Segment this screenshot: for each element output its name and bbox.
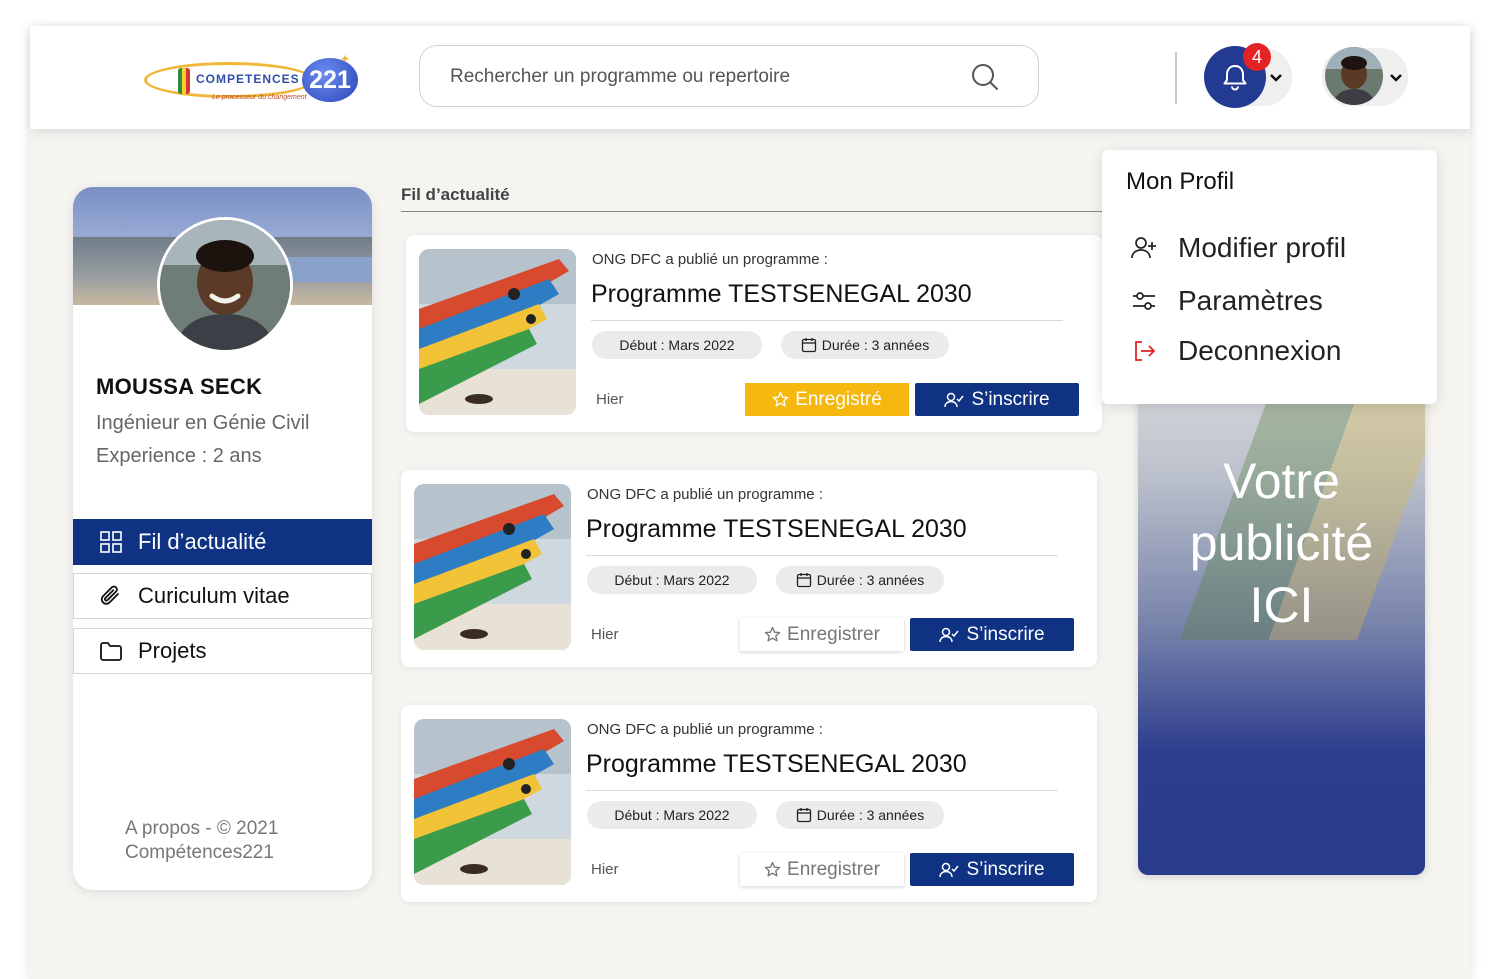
duration-pill: Durée : 3 années — [781, 331, 949, 359]
register-button[interactable]: S’inscrire — [910, 853, 1074, 886]
menu-item-parametres[interactable]: Paramètres — [1130, 283, 1323, 319]
sidebar-item-label: Projets — [138, 638, 207, 663]
save-button[interactable]: Enregistrer — [740, 618, 904, 651]
sliders-icon — [1133, 292, 1155, 310]
save-button[interactable]: Enregistrer — [740, 853, 904, 886]
logo-flag — [178, 68, 190, 94]
advertisement-banner[interactable]: Votre publicité ICI — [1138, 380, 1425, 875]
sidebar-item-projets[interactable]: Projets — [73, 628, 372, 674]
competences221-logo[interactable]: COMPETENCES 221 Le processeur du changem… — [142, 52, 360, 110]
start-date-pill: Début : Mars 2022 — [592, 331, 762, 359]
search-input[interactable]: Rechercher un programme ou repertoire — [419, 45, 1039, 107]
ad-text: Votre publicité ICI — [1189, 453, 1374, 633]
avatar[interactable] — [1325, 47, 1383, 105]
post-meta: ONG DFC a publié un programme : — [587, 721, 823, 738]
logo-star: ✦ — [340, 52, 351, 66]
start-date-pill: Début : Mars 2022 — [587, 566, 757, 594]
post-meta: ONG DFC a publié un programme : — [587, 486, 823, 503]
duration-pill: Durée : 3 années — [776, 566, 944, 594]
notification-count-badge: 4 — [1243, 43, 1271, 71]
feed-title: Fil d’actualité — [401, 185, 510, 204]
user-check-icon — [939, 627, 960, 642]
profile-card: MOUSSA SECK Ingénieur en Génie Civil Exp… — [73, 187, 372, 890]
copyright-text: Compétences221 — [125, 842, 274, 863]
header-divider — [1175, 52, 1177, 104]
grid-icon — [100, 531, 122, 553]
post-divider — [591, 320, 1063, 321]
profile-experience: Experience : 2 ans — [96, 445, 262, 467]
post-time: Hier — [596, 391, 624, 408]
star-icon — [764, 626, 781, 642]
about-link[interactable]: A propos - © 2021 — [125, 817, 278, 841]
user-check-icon — [939, 862, 960, 877]
paperclip-icon — [100, 585, 119, 605]
dropdown-heading: Mon Profil — [1126, 168, 1235, 195]
register-button[interactable]: S’inscrire — [910, 618, 1074, 651]
post-divider — [586, 555, 1058, 556]
save-button[interactable]: Enregistré — [745, 383, 909, 416]
post-thumbnail[interactable] — [414, 484, 571, 650]
post-divider — [586, 790, 1058, 791]
feed-divider — [401, 211, 1104, 212]
calendar-icon — [796, 808, 811, 823]
sidebar-item-label: Curiculum vitae — [138, 583, 290, 608]
calendar-icon — [801, 338, 816, 353]
menu-item-modifier-profil[interactable]: Modifier profil — [1130, 230, 1346, 266]
sidebar-item-fil-actualite[interactable]: Fil d’actualité — [73, 519, 372, 565]
profile-name: MOUSSA SECK — [96, 374, 263, 399]
start-date-pill: Début : Mars 2022 — [587, 801, 757, 829]
profile-title: Ingénieur en Génie Civil — [96, 412, 310, 434]
chevron-down-icon[interactable] — [1386, 70, 1406, 86]
sidebar-footer: A propos - © 2021 Compétences221 — [125, 817, 278, 865]
post-time: Hier — [591, 626, 619, 643]
star-icon — [764, 861, 781, 877]
sidebar-item-label: Fil d’actualité — [138, 529, 267, 554]
post-title[interactable]: Programme TESTSENEGAL 2030 — [586, 515, 967, 544]
search-placeholder: Rechercher un programme ou repertoire — [450, 66, 791, 87]
post-card: ONG DFC a publié un programme : Programm… — [401, 705, 1097, 902]
post-time: Hier — [591, 861, 619, 878]
star-icon — [772, 391, 789, 407]
post-card: ONG DFC a publié un programme : Programm… — [401, 470, 1097, 667]
bell-icon — [1223, 65, 1247, 91]
profile-dropdown-menu: Mon Profil Modifier profil Paramètres De… — [1102, 150, 1437, 404]
folder-icon — [100, 642, 122, 661]
user-plus-icon — [1131, 237, 1156, 259]
logo-tagline: Le processeur du changement — [212, 94, 307, 101]
duration-pill: Durée : 3 années — [776, 801, 944, 829]
post-meta: ONG DFC a publié un programme : — [592, 251, 828, 268]
user-check-icon — [944, 392, 965, 407]
post-card: ONG DFC a publié un programme : Programm… — [406, 235, 1102, 432]
post-thumbnail[interactable] — [419, 249, 576, 415]
profile-avatar[interactable] — [157, 217, 293, 353]
post-title[interactable]: Programme TESTSENEGAL 2030 — [586, 750, 967, 779]
menu-item-deconnexion[interactable]: Deconnexion — [1130, 333, 1341, 369]
chevron-down-icon[interactable] — [1266, 70, 1286, 86]
logout-icon — [1135, 341, 1156, 361]
post-thumbnail[interactable] — [414, 719, 571, 885]
register-button[interactable]: S’inscrire — [915, 383, 1079, 416]
post-title[interactable]: Programme TESTSENEGAL 2030 — [591, 280, 972, 309]
search-icon[interactable] — [970, 62, 1000, 92]
sidebar-item-curiculum-vitae[interactable]: Curiculum vitae — [73, 573, 372, 619]
calendar-icon — [796, 573, 811, 588]
logo-word: COMPETENCES — [196, 72, 300, 86]
